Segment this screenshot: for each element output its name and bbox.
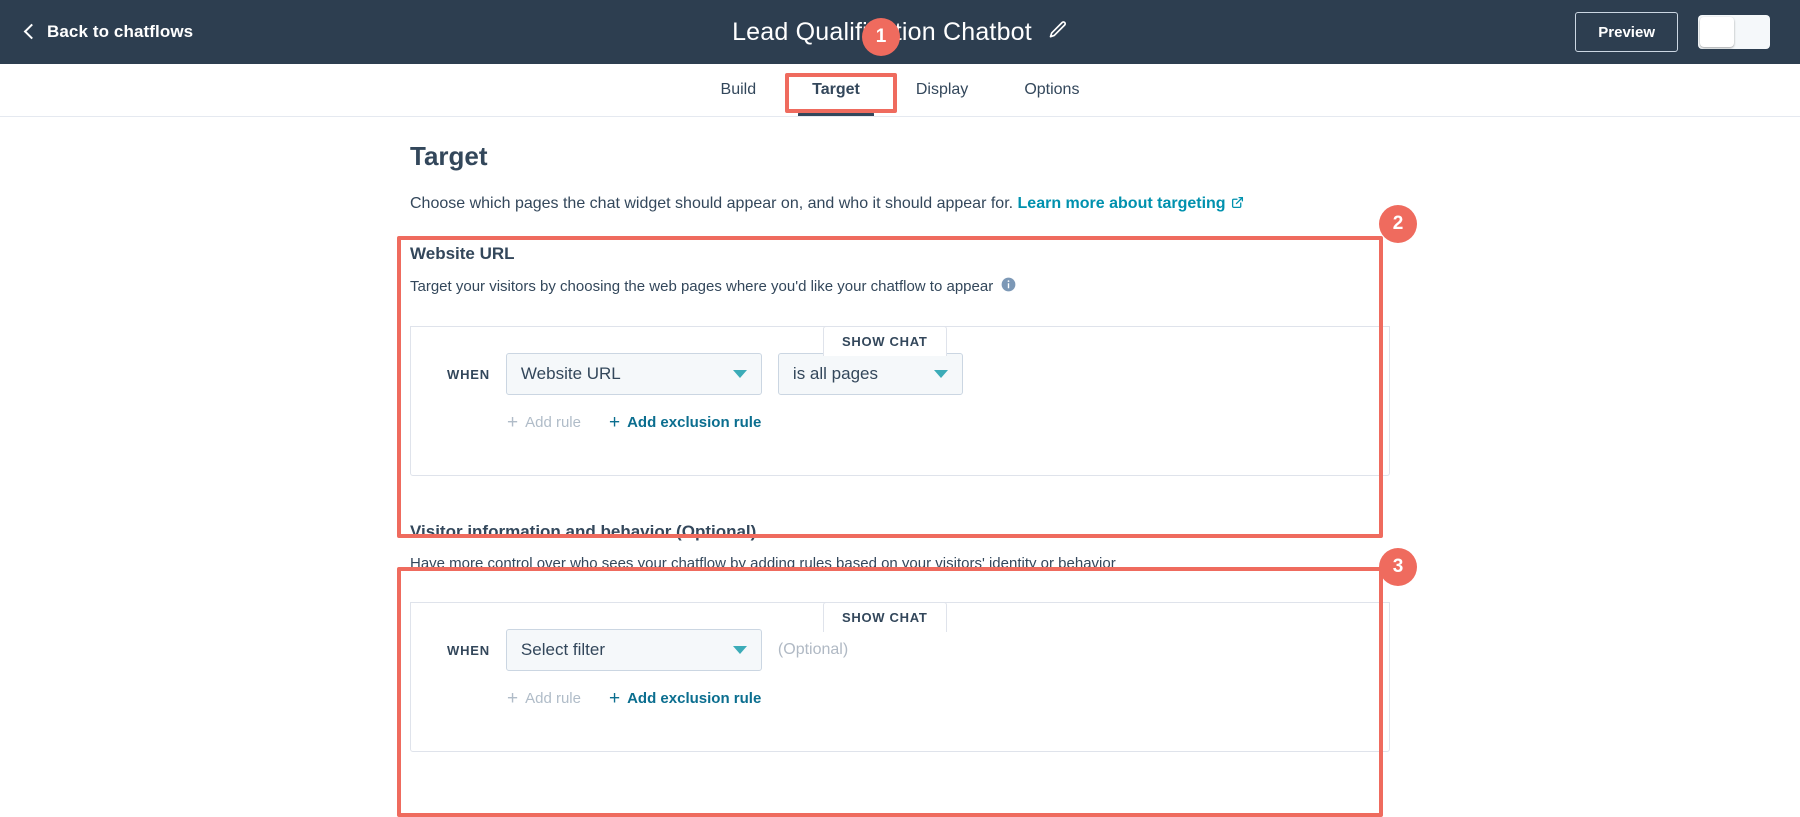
visitor-rule-row: WHEN Select filter (Optional) — [411, 629, 1389, 671]
visitor-info-section: Visitor information and behavior (Option… — [410, 522, 1390, 752]
plus-icon: + — [507, 688, 519, 709]
target-heading: Target — [410, 141, 488, 171]
add-rule-button-visitor[interactable]: + Add rule — [507, 689, 581, 708]
visitor-info-description: Have more control over who sees your cha… — [410, 555, 1390, 572]
website-url-rule-row: WHEN Website URL is all pages — [411, 353, 1389, 395]
plus-icon: + — [608, 412, 621, 433]
chatflow-title-group: Lead Qualification Chatbot — [0, 18, 1800, 47]
learn-more-link[interactable]: Learn more about targeting — [1018, 195, 1244, 212]
website-url-operator-select[interactable]: is all pages — [777, 353, 963, 395]
add-rule-label-url: Add rule — [525, 414, 581, 431]
website-url-section: Website URL Target your visitors by choo… — [410, 244, 1390, 476]
plus-icon: + — [507, 412, 519, 433]
chevron-down-icon — [933, 370, 948, 378]
page-title: Lead Qualification Chatbot — [732, 17, 1032, 46]
visitor-optional-text: (Optional) — [777, 641, 849, 658]
main-content-area: Target Choose which pages the chat widge… — [0, 117, 1800, 803]
tab-build[interactable]: Build — [693, 64, 785, 116]
chevron-down-icon — [732, 370, 747, 378]
show-chat-tab-url[interactable]: SHOW CHAT — [823, 326, 947, 356]
website-url-rule-card-wrapper: SHOW CHAT WHEN Website URL is all pages — [410, 326, 1390, 476]
add-exclusion-rule-button-visitor[interactable]: + Add exclusion rule — [609, 689, 761, 708]
section-tab-bar: Build Target Display Options — [0, 64, 1800, 117]
content-column: Target Choose which pages the chat widge… — [410, 141, 1390, 752]
visitor-filter-select[interactable]: Select filter — [505, 629, 762, 671]
plus-icon: + — [608, 688, 621, 709]
chevron-down-icon — [732, 646, 747, 654]
add-exclusion-label-visitor: Add exclusion rule — [627, 690, 762, 707]
add-exclusion-label-url: Add exclusion rule — [627, 414, 762, 431]
when-label-visitor: WHEN — [447, 642, 490, 658]
website-url-description-text: Target your visitors by choosing the web… — [410, 278, 994, 295]
website-url-filter-value: Website URL — [520, 364, 621, 383]
visitor-rule-card-wrapper: SHOW CHAT WHEN Select filter (Optional) … — [410, 602, 1390, 752]
visitor-info-description-text: Have more control over who sees your cha… — [410, 555, 1116, 572]
website-url-operator-value: is all pages — [792, 364, 878, 383]
website-url-rule-links: + Add rule + Add exclusion rule — [411, 413, 1389, 432]
chatflow-enable-toggle[interactable] — [1698, 15, 1770, 49]
pencil-icon[interactable] — [1048, 20, 1068, 45]
when-label-url: WHEN — [447, 366, 490, 382]
info-icon[interactable] — [1001, 277, 1016, 296]
learn-more-label: Learn more about targeting — [1017, 195, 1226, 212]
add-rule-label-visitor: Add rule — [525, 690, 581, 707]
add-exclusion-rule-button-url[interactable]: + Add exclusion rule — [609, 413, 761, 432]
external-link-icon — [1231, 196, 1244, 213]
add-rule-button-url[interactable]: + Add rule — [507, 413, 581, 432]
preview-button[interactable]: Preview — [1575, 12, 1678, 52]
tab-display[interactable]: Display — [888, 64, 996, 116]
top-header-bar: Back to chatflows Lead Qualification Cha… — [0, 0, 1800, 64]
toggle-knob — [1700, 17, 1734, 47]
show-chat-tab-visitor[interactable]: SHOW CHAT — [823, 602, 947, 632]
tab-options[interactable]: Options — [996, 64, 1107, 116]
website-url-title: Website URL — [410, 244, 515, 263]
website-url-filter-select[interactable]: Website URL — [505, 353, 762, 395]
tab-target[interactable]: Target — [784, 64, 888, 116]
target-description-text: Choose which pages the chat widget shoul… — [410, 195, 1014, 212]
visitor-rule-links: + Add rule + Add exclusion rule — [411, 689, 1389, 708]
visitor-filter-value: Select filter — [520, 640, 606, 659]
visitor-info-title: Visitor information and behavior (Option… — [410, 522, 757, 541]
website-url-description: Target your visitors by choosing the web… — [410, 277, 1390, 296]
target-description: Choose which pages the chat widget shoul… — [410, 195, 1390, 214]
